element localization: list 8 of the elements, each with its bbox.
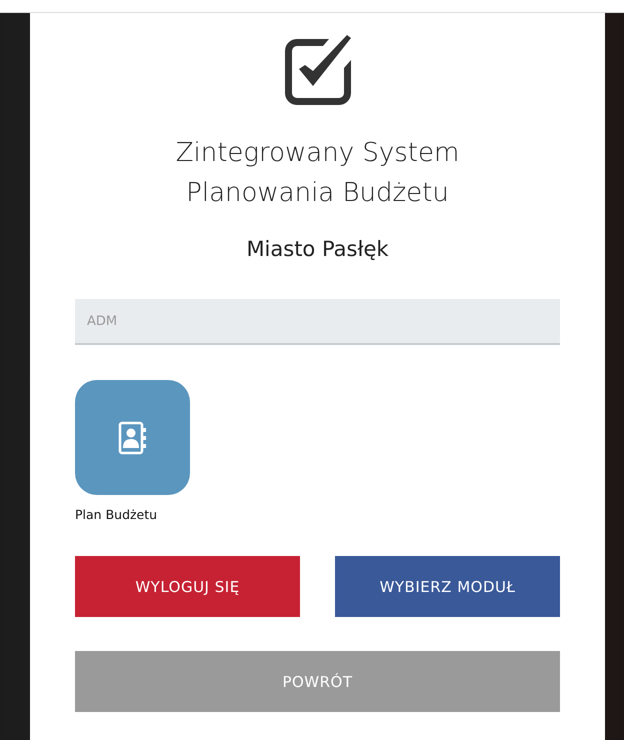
user-field[interactable]: ADM [75,299,560,345]
module-label: Plan Budżetu [75,507,158,522]
logout-button[interactable]: WYLOGUJ SIĘ [75,556,300,617]
contact-book-icon [116,420,148,454]
select-module-button[interactable]: WYBIERZ MODUŁ [335,556,560,617]
module-tile[interactable] [75,380,190,495]
app-title: Zintegrowany System Planowania Budżetu [176,137,460,210]
city-name: Miasto Pasłęk [246,237,389,261]
